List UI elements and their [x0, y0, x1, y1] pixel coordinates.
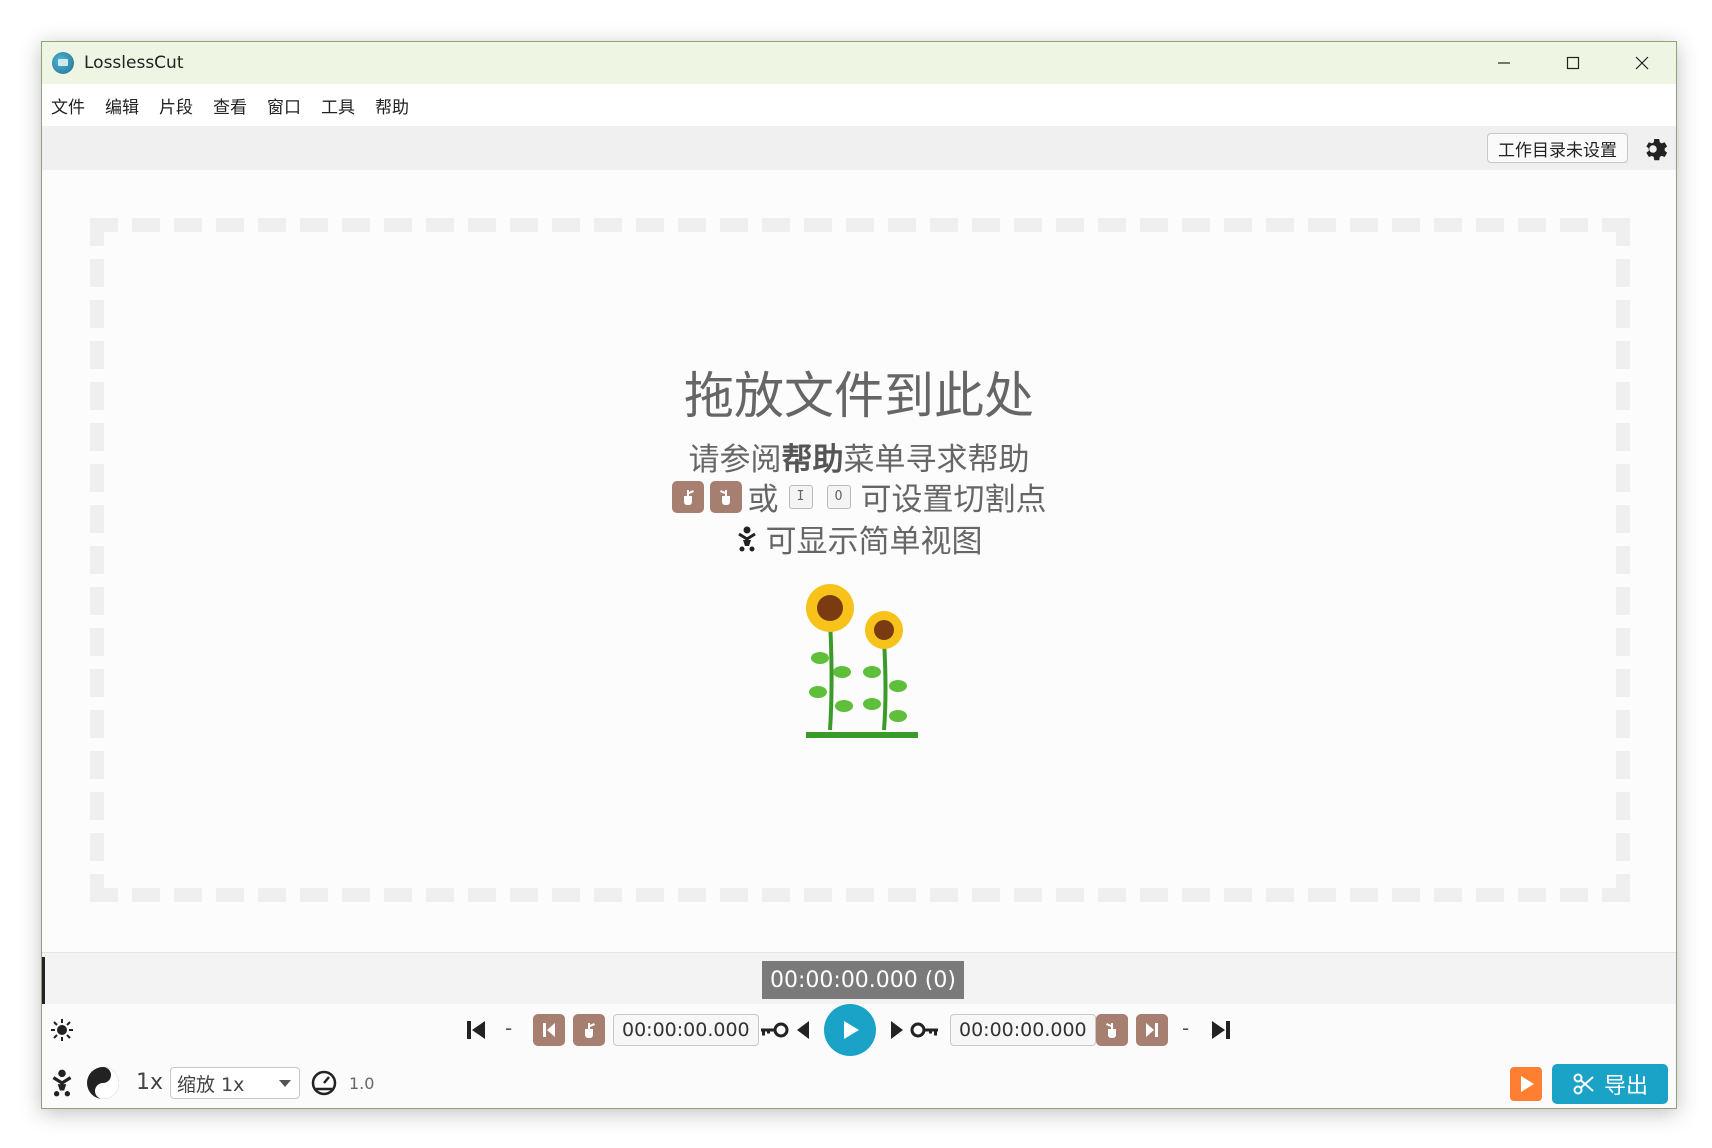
scissors-icon [1573, 1073, 1594, 1095]
speedometer-icon[interactable] [310, 1069, 338, 1097]
chevron-down-icon [279, 1080, 291, 1087]
zoom-select[interactable]: 缩放 1x [170, 1067, 300, 1099]
jump-cut-end-icon [1146, 1023, 1158, 1037]
key-left-icon[interactable] [759, 1020, 789, 1040]
set-cut-end-icon [709, 480, 742, 513]
jump-to-start-icon[interactable] [465, 1018, 487, 1042]
window-controls [1469, 42, 1676, 84]
jump-cut-start-icon [543, 1023, 555, 1037]
play-segment-icon [1521, 1076, 1534, 1092]
cut-start-time-input[interactable]: 00:00:00.000 [613, 1014, 759, 1046]
current-time-display: 00:00:00.000 (0) [762, 961, 964, 999]
or-text: 或 [747, 482, 779, 518]
simple-mode-icon[interactable] [50, 1068, 74, 1098]
playhead-cursor[interactable] [42, 957, 45, 1005]
set-cut-start-icon [671, 480, 704, 513]
settings-gear-icon[interactable] [1638, 134, 1668, 164]
brightness-icon[interactable] [50, 1018, 74, 1042]
drop-cut-hint: 或 IO 可设置切割点 [42, 474, 1676, 519]
menu-bar: 文件 编辑 片段 查看 窗口 工具 帮助 [42, 84, 1676, 126]
maximize-icon [1566, 56, 1579, 70]
hand-pointer-icon [585, 1023, 595, 1038]
app-logo-icon [52, 52, 74, 74]
timeline[interactable]: 00:00:00.000 (0) [42, 952, 1676, 1005]
maximize-button[interactable] [1538, 42, 1607, 84]
app-window: LosslessCut 文件 编辑 片段 查看 窗口 工具 帮助 工作目录未设置 [41, 41, 1677, 1109]
playback-row: - 00:00:00.000 00:00:00.000 - [42, 1004, 1676, 1056]
drop-instructions: 拖放文件到此处 请参阅帮助菜单寻求帮助 或 IO 可设置切割点 可显示简单视图 [42, 170, 1676, 952]
playback-rate-value: 1.0 [349, 1074, 375, 1093]
jump-to-end-icon[interactable] [1210, 1018, 1232, 1042]
menu-tools[interactable]: 工具 [320, 89, 356, 122]
minimize-button[interactable] [1469, 42, 1538, 84]
playback-speed[interactable]: 1x [136, 1070, 163, 1095]
options-row: 1x 缩放 1x 1.0 导出 [42, 1056, 1676, 1108]
title-bar: LosslessCut [42, 42, 1676, 84]
menu-window[interactable]: 窗口 [266, 89, 302, 122]
sunflowers-image [806, 584, 918, 738]
menu-view[interactable]: 查看 [212, 89, 248, 122]
hand-pointer-icon [1106, 1023, 1116, 1038]
drop-title: 拖放文件到此处 [684, 367, 1034, 425]
top-toolbar: 工作目录未设置 [42, 126, 1676, 170]
cut-hint-text: 可设置切割点 [860, 482, 1047, 518]
prev-frame-icon[interactable] [794, 1018, 812, 1042]
next-frame-icon[interactable] [888, 1018, 906, 1042]
export-label: 导出 [1603, 1074, 1648, 1099]
menu-edit[interactable]: 编辑 [104, 89, 140, 122]
jump-cut-end-button[interactable] [1136, 1014, 1168, 1046]
end-dash: - [1182, 1016, 1190, 1040]
dark-mode-yin-yang-icon[interactable] [86, 1066, 120, 1100]
window-title: LosslessCut [84, 53, 184, 73]
sunflower-right [865, 611, 903, 649]
cut-end-time-input[interactable]: 00:00:00.000 [950, 1014, 1096, 1046]
working-directory-button[interactable]: 工作目录未设置 [1487, 133, 1628, 163]
sunflower-left [806, 584, 854, 632]
set-cut-end-button[interactable] [1096, 1014, 1128, 1046]
segment-playback-button[interactable] [1510, 1067, 1542, 1101]
play-icon [844, 1021, 859, 1039]
menu-file[interactable]: 文件 [50, 89, 86, 122]
bottom-controls: - 00:00:00.000 00:00:00.000 - 1x 缩放 1x 1… [42, 1004, 1676, 1108]
drop-zone[interactable]: 拖放文件到此处 请参阅帮助菜单寻求帮助 或 IO 可设置切割点 可显示简单视图 [42, 170, 1676, 952]
key-right-icon[interactable] [910, 1020, 940, 1040]
key-o: O [826, 484, 851, 509]
drop-simple-hint: 可显示简单视图 [42, 516, 1676, 561]
drop-help-text: 请参阅帮助菜单寻求帮助 [688, 442, 1030, 478]
key-i: I [788, 484, 813, 509]
minimize-icon [1497, 62, 1510, 64]
export-button[interactable]: 导出 [1552, 1064, 1668, 1104]
zoom-value: 缩放 1x [177, 1073, 245, 1096]
set-cut-start-button[interactable] [573, 1014, 605, 1046]
simple-hint-text: 可显示简单视图 [765, 524, 983, 560]
close-button[interactable] [1607, 42, 1676, 84]
play-button[interactable] [824, 1004, 876, 1056]
menu-segments[interactable]: 片段 [158, 89, 194, 122]
menu-help[interactable]: 帮助 [374, 89, 410, 122]
close-icon [1635, 56, 1648, 70]
jump-cut-start-button[interactable] [533, 1014, 565, 1046]
start-dash: - [505, 1016, 513, 1040]
simple-mode-icon [737, 526, 756, 551]
